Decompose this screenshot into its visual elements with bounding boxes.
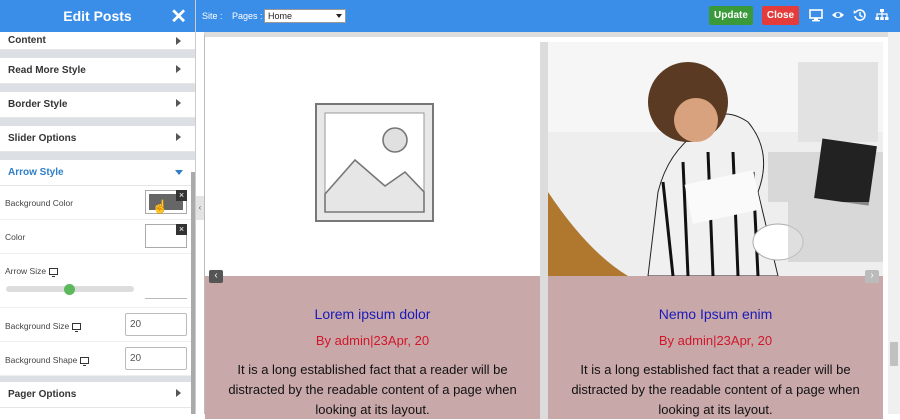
close-icon[interactable]: ✕ (170, 4, 187, 29)
desktop-icon (49, 268, 59, 277)
section-label: Border Style (8, 99, 68, 110)
sitemap-icon[interactable] (875, 8, 889, 22)
chevron-right-icon (176, 37, 181, 45)
field-arrow-size: Arrow Size (0, 254, 195, 308)
card-gap (540, 42, 548, 419)
background-size-input[interactable]: 20 (125, 313, 187, 336)
chevron-down-icon (336, 14, 342, 18)
eye-icon[interactable] (831, 8, 845, 22)
panel-header: Edit Posts ✕ (0, 0, 195, 32)
section-slider-options[interactable]: Slider Options (0, 126, 195, 152)
field-label: Arrow Size (5, 266, 59, 277)
post-excerpt: It is a long established fact that a rea… (228, 362, 517, 417)
field-background-size: Background Size 20 (0, 308, 195, 342)
preview-canvas: Lorem ipsum dolor By admin|23Apr, 20 It … (204, 32, 888, 419)
section-arrow-style[interactable]: Arrow Style (0, 160, 195, 186)
chevron-right-icon (176, 133, 181, 141)
post-title[interactable]: Lorem ipsum dolor (205, 306, 540, 322)
post-byline: By admin|23Apr, 20 (315, 333, 430, 348)
field-label: Background Color (5, 198, 74, 208)
chevron-down-icon (175, 170, 183, 175)
divider (0, 118, 195, 126)
post-card: Nemo Ipsum enim By admin|23Apr, 20 It is… (548, 42, 883, 419)
panel-title: Edit Posts (63, 8, 132, 24)
placeholder-image (205, 42, 540, 276)
slider-next-arrow[interactable]: › (865, 270, 879, 283)
history-icon[interactable] (853, 8, 867, 22)
page-select-value: Home (268, 11, 293, 21)
post-title[interactable]: Nemo Ipsum enim (548, 306, 883, 322)
slider-prev-arrow[interactable]: ‹ (209, 270, 223, 283)
section-label: Read More Style (8, 65, 86, 76)
page-scrollbar[interactable] (888, 32, 900, 414)
section-border-style[interactable]: Border Style (0, 92, 195, 118)
section-label: Pager Options (8, 389, 77, 400)
post-card-body: Lorem ipsum dolor By admin|23Apr, 20 It … (205, 276, 540, 419)
panel-scrollbar[interactable] (191, 172, 195, 414)
field-color: Color × (0, 220, 195, 254)
edit-panel: Edit Posts ✕ Content Read More Style Bor… (0, 0, 196, 414)
background-shape-input[interactable]: 20 (125, 347, 187, 370)
field-label: Background Size (5, 321, 82, 332)
section-label: Content (8, 35, 46, 46)
field-label: Background Shape (5, 355, 90, 366)
chevron-right-icon (176, 99, 181, 107)
post-card: Lorem ipsum dolor By admin|23Apr, 20 It … (205, 42, 540, 419)
divider (0, 50, 195, 58)
field-background-shape: Background Shape 20 (0, 342, 195, 376)
desktop-icon[interactable] (809, 8, 823, 22)
desktop-icon (80, 357, 90, 366)
post-excerpt: It is a long established fact that a rea… (571, 362, 860, 417)
slider-value-line (145, 298, 187, 299)
scrollbar-thumb[interactable] (890, 342, 898, 366)
hand-cursor-icon: ☝ (152, 199, 169, 214)
pages-label: Pages : (232, 11, 263, 21)
section-content[interactable]: Content (0, 32, 195, 50)
top-toolbar: Site : Pages : Home Update Close (196, 0, 900, 32)
field-background-color: Background Color × ☝ (0, 186, 195, 220)
divider (0, 152, 195, 160)
desktop-icon (72, 323, 82, 332)
section-label: Slider Options (8, 133, 77, 144)
clear-icon[interactable]: × (176, 190, 187, 201)
post-card-body: Nemo Ipsum enim By admin|23Apr, 20 It is… (548, 276, 883, 419)
arrow-size-slider[interactable] (6, 283, 134, 295)
close-button[interactable]: Close (762, 6, 799, 25)
section-label: Arrow Style (8, 167, 64, 178)
post-byline: By admin|23Apr, 20 (658, 333, 773, 348)
slider-handle[interactable] (64, 283, 75, 295)
divider (0, 84, 195, 92)
collapse-panel-handle[interactable]: ‹ (196, 196, 204, 220)
woman-reading-photo (548, 42, 883, 276)
chevron-right-icon (176, 65, 181, 73)
image-placeholder-icon (205, 42, 540, 276)
color-picker[interactable]: × (145, 224, 187, 248)
update-button[interactable]: Update (709, 6, 753, 25)
post-photo (548, 42, 883, 276)
chevron-right-icon (176, 389, 181, 397)
section-pager-options[interactable]: Pager Options (0, 382, 195, 408)
page-select[interactable]: Home (264, 9, 346, 23)
section-read-more-style[interactable]: Read More Style (0, 58, 195, 84)
field-label: Color (5, 232, 26, 242)
site-label: Site : (202, 11, 223, 21)
background-color-picker[interactable]: × ☝ (145, 190, 187, 214)
clear-icon[interactable]: × (176, 224, 187, 235)
